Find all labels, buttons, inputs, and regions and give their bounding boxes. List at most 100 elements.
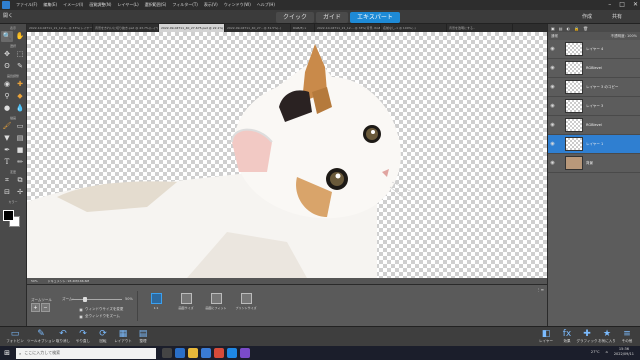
lock-icon[interactable]: 🔒 bbox=[574, 26, 579, 31]
menu-layer[interactable]: レイヤー(L) bbox=[117, 2, 138, 8]
edge-icon[interactable] bbox=[175, 348, 185, 358]
fill-screen-button[interactable]: 画面にフィット bbox=[205, 293, 227, 310]
new-layer-icon[interactable]: ▣ bbox=[551, 26, 555, 31]
doc-tab-active[interactable]: 2022-09-04T11_40_27-675.psd @ 22.1%(レイヤー… bbox=[159, 24, 225, 32]
visibility-eye-icon[interactable]: ◉ bbox=[548, 160, 557, 166]
open-button[interactable]: 開く bbox=[3, 12, 19, 21]
menu-image[interactable]: イメージ(I) bbox=[63, 2, 83, 8]
menu-filter[interactable]: フィルター(T) bbox=[172, 2, 197, 8]
layer-row[interactable]: ◉ 背景 bbox=[548, 154, 640, 173]
menu-window[interactable]: ウィンドウ(W) bbox=[224, 2, 251, 8]
image-canvas[interactable] bbox=[27, 32, 547, 278]
options-menu-icon[interactable]: ⋮≡ bbox=[537, 287, 544, 292]
minimize-icon[interactable]: – bbox=[608, 1, 611, 9]
doc-tab[interactable]: 2022-10-04T11_21_12-A.. @ 33%(レイヤー 1, RG… bbox=[27, 24, 93, 32]
create-button[interactable]: 作成 bbox=[582, 12, 592, 22]
photo-bin-button[interactable]: ▭ フォトビン bbox=[2, 329, 28, 344]
paint-bucket-tool-icon[interactable]: ▼ bbox=[1, 133, 13, 144]
eyedropper-tool-icon[interactable]: ✒ bbox=[1, 145, 13, 156]
tab-quick[interactable]: クイック bbox=[276, 12, 315, 23]
fit-screen-button[interactable]: 画面サイズ bbox=[175, 293, 197, 310]
layer-row[interactable]: ◉ レイヤー 3 bbox=[548, 97, 640, 116]
spot-heal-tool-icon[interactable]: ✚ bbox=[14, 79, 26, 90]
layer-row[interactable]: ◉ レイヤー 3 のコピー bbox=[548, 78, 640, 97]
crop-tool-icon[interactable]: ⌗ bbox=[1, 175, 13, 186]
type-tool-icon[interactable]: T bbox=[1, 157, 13, 168]
layer-row[interactable]: ◉ レイヤー 4 bbox=[548, 40, 640, 59]
shape-tool-icon[interactable]: ■ bbox=[14, 145, 26, 156]
visibility-eye-icon[interactable]: ◉ bbox=[548, 103, 557, 109]
windows-start-icon[interactable]: ⊞ bbox=[0, 349, 14, 357]
zoom-all-windows-option[interactable]: 全ウィンドウをズーム bbox=[79, 314, 120, 319]
tab-guided[interactable]: ガイド bbox=[316, 12, 349, 23]
maximize-icon[interactable]: □ bbox=[619, 1, 625, 9]
organizer-button[interactable]: ▤ 整理 bbox=[130, 329, 156, 344]
opacity-value[interactable]: 100% bbox=[627, 34, 637, 38]
blend-mode-select[interactable]: 通常 bbox=[551, 32, 558, 40]
network-icon[interactable]: ⌂ bbox=[606, 350, 608, 354]
brush-tool-icon[interactable]: 🖌 bbox=[1, 121, 13, 132]
photoshop-elements-icon[interactable] bbox=[227, 348, 237, 358]
trash-icon[interactable]: 🗑 bbox=[583, 26, 588, 31]
straighten-tool-icon[interactable]: ⊟ bbox=[1, 187, 13, 198]
blur-tool-icon[interactable]: 💧 bbox=[14, 103, 26, 114]
radio-dot[interactable] bbox=[79, 307, 83, 312]
zoom-in-icon[interactable]: + bbox=[31, 303, 40, 312]
eraser-icon[interactable]: ▭ bbox=[14, 121, 26, 132]
menu-select[interactable]: 選択範囲(S) bbox=[145, 2, 167, 8]
menu-file[interactable]: ファイル(F) bbox=[16, 2, 37, 8]
menu-view[interactable]: 表示(V) bbox=[204, 2, 218, 8]
tab-expert[interactable]: エキスパート bbox=[350, 12, 400, 23]
quick-select-tool-icon[interactable]: ✎ bbox=[14, 61, 26, 72]
zoom-slider[interactable] bbox=[72, 299, 122, 300]
doc-tab[interactable]: 背景を透明にする.. bbox=[447, 24, 513, 32]
zoom-tool-icon[interactable]: 🔍 bbox=[1, 31, 13, 42]
layer-row[interactable]: ◉ RGBlevel bbox=[548, 116, 640, 135]
visibility-eye-icon[interactable]: ◉ bbox=[548, 122, 557, 128]
menu-help[interactable]: ヘルプ(H) bbox=[257, 2, 275, 8]
menu-enhance[interactable]: 画質調整(N) bbox=[89, 2, 111, 8]
gradient-tool-icon[interactable]: ▤ bbox=[14, 133, 26, 144]
zoom-out-icon[interactable]: − bbox=[41, 303, 50, 312]
marquee-tool-icon[interactable]: ⬚ bbox=[14, 49, 26, 60]
new-group-icon[interactable]: ▤ bbox=[559, 26, 563, 31]
zoom-slider-handle[interactable] bbox=[82, 297, 87, 302]
doc-tab[interactable]: 背景をきれいに切り抜き.psd @ 43.7%(レイヤー 1) bbox=[93, 24, 159, 32]
mask-icon[interactable]: ◐ bbox=[567, 26, 571, 31]
recompose-tool-icon[interactable]: ⧉ bbox=[14, 175, 26, 186]
taskbar-search[interactable]: ⌕ ここに入力して検索 bbox=[16, 347, 156, 359]
layer-row[interactable]: ◉ RGBlevel bbox=[548, 59, 640, 78]
store-icon[interactable] bbox=[201, 348, 211, 358]
visibility-eye-icon[interactable]: ◉ bbox=[548, 65, 557, 71]
sponge-tool-icon[interactable]: ● bbox=[1, 103, 13, 114]
chrome-icon[interactable] bbox=[214, 348, 224, 358]
color-swatches[interactable] bbox=[3, 210, 23, 228]
print-size-button[interactable]: プリントサイズ bbox=[235, 293, 257, 310]
eye-tool-icon[interactable]: ◉ bbox=[1, 79, 13, 90]
content-move-tool-icon[interactable]: ✢ bbox=[14, 187, 26, 198]
resize-windows-option[interactable]: ウィンドウサイズを変更 bbox=[79, 307, 123, 312]
move-tool-icon[interactable]: ✥ bbox=[1, 49, 13, 60]
visibility-eye-icon[interactable]: ◉ bbox=[548, 141, 557, 147]
app-icon[interactable] bbox=[240, 348, 250, 358]
eraser-tool-icon[interactable]: ◆ bbox=[14, 91, 26, 102]
visibility-eye-icon[interactable]: ◉ bbox=[548, 46, 557, 52]
clock[interactable]: 15:36 2022/09/11 bbox=[614, 347, 634, 357]
lasso-tool-icon[interactable]: ʘ bbox=[1, 61, 13, 72]
radio-dot[interactable] bbox=[79, 314, 83, 319]
doc-tab[interactable]: 名前なし-1 @ 100%(..) bbox=[381, 24, 447, 32]
explorer-icon[interactable] bbox=[188, 348, 198, 358]
visibility-eye-icon[interactable]: ◉ bbox=[548, 84, 557, 90]
foreground-color-swatch[interactable] bbox=[3, 210, 14, 221]
share-button[interactable]: 共有 bbox=[612, 12, 622, 22]
doc-tab[interactable]: 2022-10-04T11_21_12-.. @ 33%(背景, RGB/8) bbox=[315, 24, 381, 32]
menu-edit[interactable]: 編集(E) bbox=[43, 2, 57, 8]
more-button[interactable]: ≡ その他 bbox=[614, 329, 640, 344]
hand-tool-icon[interactable]: ✋ bbox=[14, 31, 26, 42]
layer-row[interactable]: ◉ レイヤー 1 bbox=[548, 135, 640, 154]
doc-tab[interactable]: RGB/8) x bbox=[291, 24, 315, 32]
clone-stamp-tool-icon[interactable]: ⚲ bbox=[1, 91, 13, 102]
actual-pixels-button[interactable]: 1:1 bbox=[145, 293, 167, 310]
close-icon[interactable]: ✕ bbox=[633, 1, 638, 9]
task-view-icon[interactable] bbox=[162, 348, 172, 358]
